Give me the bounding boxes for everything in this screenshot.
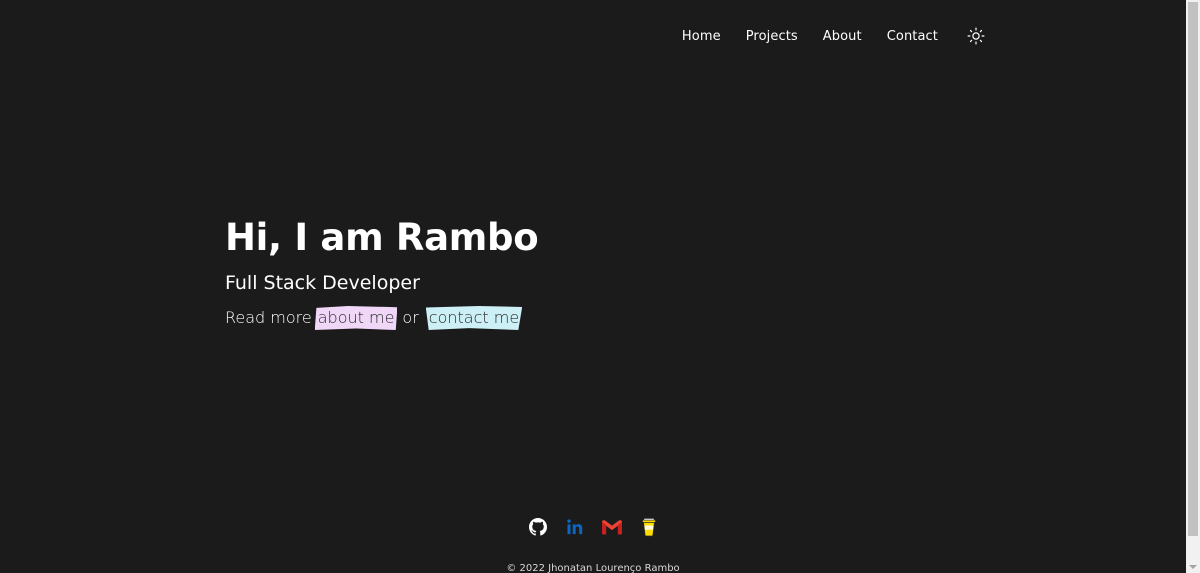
contact-me-link[interactable]: contact me (425, 306, 523, 330)
github-icon (528, 518, 547, 536)
top-navigation: Home Projects About Contact (682, 26, 986, 46)
nav-projects-link[interactable]: Projects (746, 29, 798, 44)
hero-subtitle: Full Stack Developer (225, 272, 420, 294)
sun-icon (967, 27, 985, 45)
gmail-link[interactable] (601, 517, 622, 537)
read-more-connector: or (402, 308, 419, 327)
page: Home Projects About Contact Hi, I am Ram… (0, 0, 1200, 573)
social-links (0, 517, 1186, 537)
scroll-down-arrow-icon[interactable] (1189, 565, 1197, 569)
about-me-link[interactable]: about me (314, 306, 398, 330)
hero-section: Hi, I am Rambo Full Stack Developer Read… (225, 212, 539, 330)
vertical-scrollbar[interactable] (1186, 0, 1200, 573)
github-link[interactable] (528, 517, 548, 537)
read-more-line: Read more about me or contact me (225, 306, 538, 330)
linkedin-icon (566, 519, 582, 535)
copyright-text: © 2022 Jhonatan Lourenço Rambo (506, 563, 680, 573)
main-content: Home Projects About Contact Hi, I am Ram… (0, 0, 1186, 573)
scrollbar-thumb[interactable] (1188, 2, 1198, 536)
read-more-prefix: Read more (225, 308, 312, 327)
linkedin-link[interactable] (565, 517, 585, 537)
buymeacoffee-icon (641, 518, 656, 537)
gmail-icon (601, 520, 622, 535)
nav-home-link[interactable]: Home (682, 29, 721, 44)
buymeacoffee-link[interactable] (639, 517, 659, 537)
nav-contact-link[interactable]: Contact (887, 29, 938, 44)
nav-about-link[interactable]: About (823, 29, 862, 44)
theme-toggle-button[interactable] (966, 26, 986, 46)
hero-title: Hi, I am Rambo (225, 216, 539, 259)
